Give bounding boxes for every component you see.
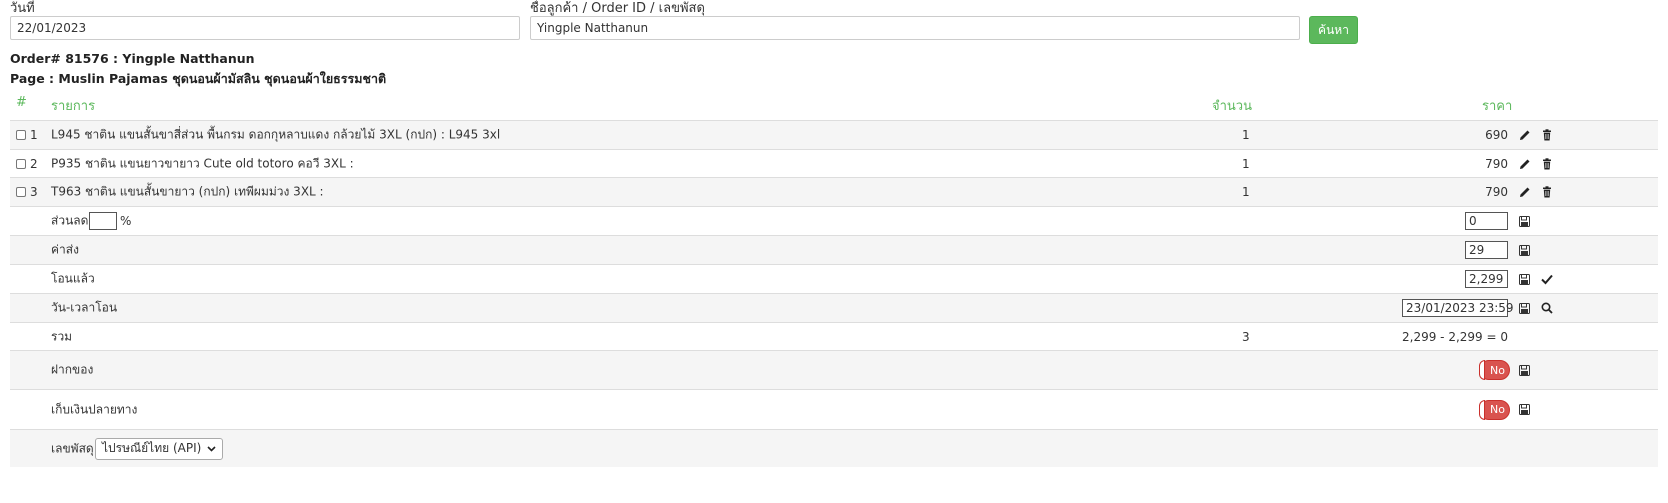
row-checkbox[interactable] bbox=[16, 158, 26, 169]
row-description: T963 ชาติน แขนสั้นขายาว (กปก) เทพีผมม่วง… bbox=[51, 184, 324, 199]
customer-search-input[interactable]: Yingple Natthanun bbox=[530, 16, 1300, 40]
total-qty: 3 bbox=[1242, 329, 1250, 344]
table-row: 2 P935 ชาติน แขนยาวขายาว Cute old totoro… bbox=[10, 149, 1658, 177]
deposit-label: ฝากของ bbox=[51, 362, 94, 377]
total-label: รวม bbox=[51, 329, 73, 343]
row-description: L945 ชาติน แขนสั้นขาสี่ส่วน พื้นกรม ดอกก… bbox=[51, 127, 501, 142]
pencil-icon[interactable] bbox=[1518, 185, 1532, 199]
cod-label: เก็บเงินปลายทาง bbox=[51, 402, 138, 416]
row-price: 690 bbox=[1485, 128, 1508, 142]
cod-toggle[interactable]: No bbox=[1479, 399, 1510, 420]
save-icon[interactable] bbox=[1517, 301, 1531, 315]
total-calc: 2,299 - 2,299 = 0 bbox=[1402, 329, 1508, 344]
deposit-toggle[interactable]: No bbox=[1479, 360, 1510, 380]
col-header-qty: จำนวน bbox=[1212, 99, 1252, 114]
discount-row: ส่วนลด % 0 bbox=[10, 206, 1658, 235]
order-title: Order# 81576 : Yingple Natthanun bbox=[10, 51, 255, 66]
row-qty: 1 bbox=[1242, 128, 1250, 142]
carrier-select[interactable]: ไปรษณีย์ไทย (API) bbox=[95, 437, 224, 460]
shipping-input[interactable]: 29 bbox=[1465, 241, 1508, 259]
col-header-item: รายการ bbox=[51, 99, 96, 114]
col-header-num: # bbox=[16, 95, 27, 110]
shipping-label: ค่าส่ง bbox=[51, 242, 79, 257]
trash-icon[interactable] bbox=[1540, 128, 1554, 142]
discount-label: ส่วนลด bbox=[51, 213, 89, 228]
total-row: รวม 3 2,299 - 2,299 = 0 bbox=[10, 322, 1658, 350]
save-icon[interactable] bbox=[1517, 363, 1531, 377]
date-input[interactable]: 22/01/2023 bbox=[10, 16, 520, 40]
save-icon[interactable] bbox=[1517, 243, 1531, 257]
pencil-icon[interactable] bbox=[1518, 157, 1532, 171]
trash-icon[interactable] bbox=[1540, 157, 1554, 171]
chevron-down-icon bbox=[207, 445, 216, 452]
table-row: 1 L945 ชาติน แขนสั้นขาสี่ส่วน พื้นกรม ดอ… bbox=[10, 120, 1658, 149]
search-button[interactable]: ค้นหา bbox=[1309, 16, 1358, 44]
paid-row: โอนแล้ว 2,299 bbox=[10, 264, 1658, 293]
row-checkbox[interactable] bbox=[16, 187, 26, 197]
row-qty: 1 bbox=[1242, 156, 1250, 171]
discount-percent-input[interactable] bbox=[89, 212, 117, 230]
percent-sign: % bbox=[120, 214, 132, 228]
col-header-price: ราคา bbox=[1482, 99, 1513, 114]
transfer-time-label: วัน-เวลาโอน bbox=[51, 300, 118, 315]
trash-icon[interactable] bbox=[1540, 185, 1554, 199]
checkmark-icon[interactable] bbox=[1540, 272, 1554, 286]
tracking-row: เลขพัสดุ ไปรษณีย์ไทย (API) bbox=[10, 429, 1658, 467]
row-price: 790 bbox=[1485, 185, 1508, 199]
pencil-icon[interactable] bbox=[1518, 128, 1532, 142]
save-icon[interactable] bbox=[1517, 214, 1531, 228]
paid-input[interactable]: 2,299 bbox=[1465, 270, 1508, 288]
cod-row: เก็บเงินปลายทาง No bbox=[10, 389, 1658, 429]
carrier-select-value: ไปรษณีย์ไทย (API) bbox=[102, 441, 202, 455]
shipping-row: ค่าส่ง 29 bbox=[10, 235, 1658, 264]
row-number: 2 bbox=[30, 156, 38, 171]
paid-label: โอนแล้ว bbox=[51, 271, 95, 286]
tracking-label: เลขพัสดุ bbox=[51, 441, 94, 455]
row-description: P935 ชาติน แขนยาวขายาว Cute old totoro ค… bbox=[51, 156, 354, 170]
search-icon[interactable] bbox=[1540, 301, 1554, 315]
deposit-row: ฝากของ No bbox=[10, 350, 1658, 389]
row-number: 3 bbox=[30, 185, 38, 199]
transfer-time-row: วัน-เวลาโอน 23/01/2023 23:59 bbox=[10, 293, 1658, 322]
save-icon[interactable] bbox=[1517, 272, 1531, 286]
discount-input[interactable]: 0 bbox=[1465, 212, 1508, 230]
transfer-time-input[interactable]: 23/01/2023 23:59 bbox=[1402, 299, 1514, 317]
save-icon[interactable] bbox=[1517, 403, 1531, 417]
row-checkbox[interactable] bbox=[16, 130, 26, 140]
row-number: 1 bbox=[30, 128, 38, 142]
order-page: Page : Muslin Pajamas ชุดนอนผ้ามัสลิน ชุ… bbox=[10, 71, 387, 86]
row-price: 790 bbox=[1485, 156, 1508, 171]
table-row: 3 T963 ชาติน แขนสั้นขายาว (กปก) เทพีผมม่… bbox=[10, 177, 1658, 206]
row-qty: 1 bbox=[1242, 185, 1250, 199]
